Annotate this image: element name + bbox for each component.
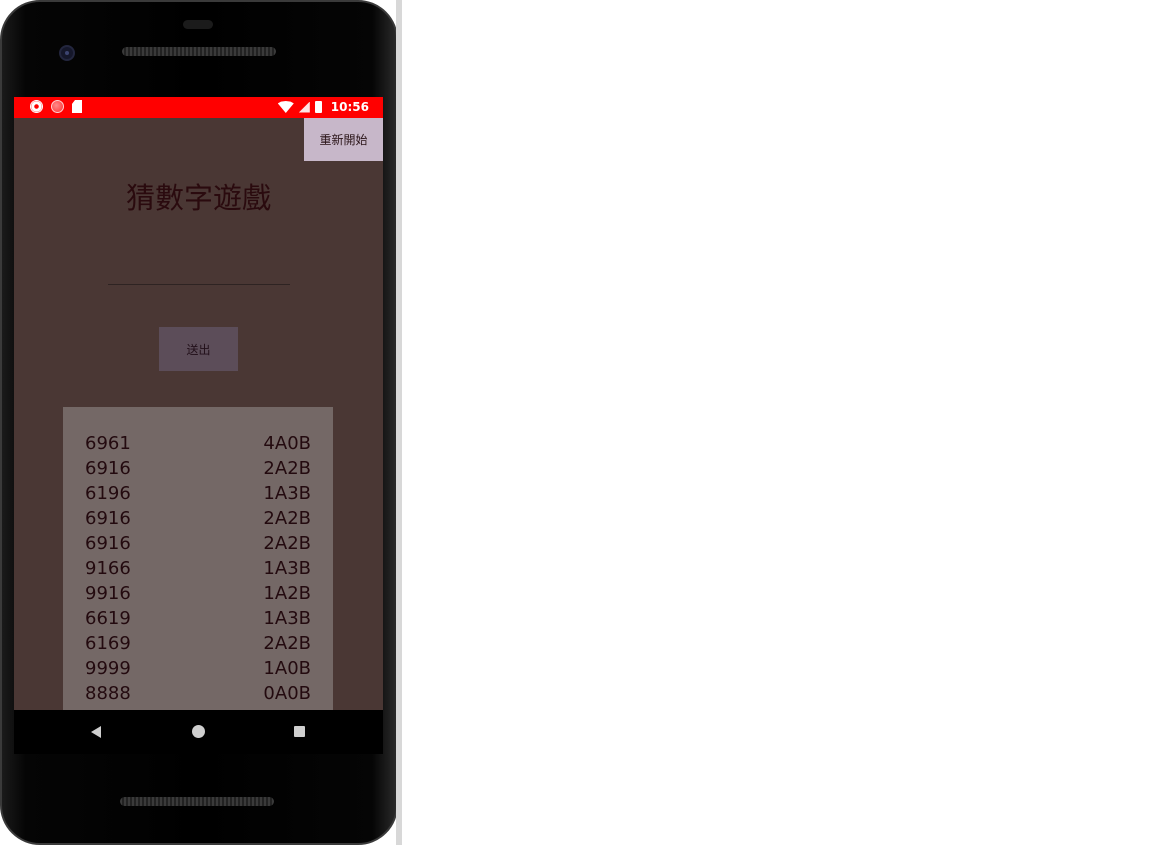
- record-icon: [51, 100, 64, 113]
- guess-result: 1A3B: [263, 608, 311, 629]
- list-item: 6916 2A2B: [85, 456, 311, 481]
- front-camera-icon: [59, 45, 75, 61]
- navigation-bar: [14, 710, 383, 754]
- settings-icon: [30, 100, 43, 113]
- guess-result: 2A2B: [263, 508, 311, 529]
- guess-value: 6619: [85, 608, 131, 629]
- guess-input[interactable]: [108, 249, 290, 285]
- guess-result: 2A2B: [263, 533, 311, 554]
- top-speaker-grille: [122, 47, 276, 56]
- back-icon[interactable]: [91, 726, 101, 738]
- guess-value: 6916: [85, 533, 131, 554]
- recents-icon[interactable]: [294, 726, 305, 737]
- stage: 10:56 重新開始 猜數字遊戲 送出 6961 4A0B 6916 2A2B 61…: [0, 0, 1152, 845]
- wifi-icon: [277, 101, 294, 113]
- guess-result: 1A0B: [263, 658, 311, 679]
- guess-result: 2A2B: [263, 458, 311, 479]
- list-item: 6169 2A2B: [85, 631, 311, 656]
- status-bar-right-icons: 10:56: [277, 100, 369, 114]
- guess-result: 4A0B: [263, 433, 311, 454]
- list-item: 6916 2A2B: [85, 506, 311, 531]
- guess-value: 8888: [85, 683, 131, 704]
- guess-value: 6916: [85, 458, 131, 479]
- guess-history-list[interactable]: 6961 4A0B 6916 2A2B 6196 1A3B 6916 2A2B 6916…: [63, 407, 333, 710]
- guess-value: 9999: [85, 658, 131, 679]
- guess-value: 6961: [85, 433, 131, 454]
- battery-icon: [314, 101, 322, 113]
- restart-button[interactable]: 重新開始: [304, 118, 383, 161]
- list-item: 6196 1A3B: [85, 481, 311, 506]
- list-item: 9166 1A3B: [85, 556, 311, 581]
- list-item: 9916 1A2B: [85, 581, 311, 606]
- guess-result: 1A2B: [263, 583, 311, 604]
- submit-button[interactable]: 送出: [159, 327, 238, 371]
- list-item: 8888 0A0B: [85, 681, 311, 706]
- earpiece: [183, 20, 213, 29]
- list-item: 9999 1A0B: [85, 656, 311, 681]
- page-title: 猜數字遊戲: [125, 181, 271, 215]
- sdcard-icon: [72, 100, 82, 113]
- guess-value: 9166: [85, 558, 131, 579]
- guess-value: 6196: [85, 483, 131, 504]
- bottom-speaker-grille: [120, 797, 274, 806]
- status-time: 10:56: [330, 100, 369, 114]
- list-item: 6961 4A0B: [85, 431, 311, 456]
- list-item: 6619 1A3B: [85, 606, 311, 631]
- guess-value: 6916: [85, 508, 131, 529]
- guess-result: 1A3B: [263, 483, 311, 504]
- window-edge: [396, 0, 402, 845]
- home-icon[interactable]: [192, 725, 205, 738]
- status-bar-left-icons: [30, 100, 82, 113]
- status-bar: 10:56: [14, 97, 383, 118]
- list-item: 6916 2A2B: [85, 531, 311, 556]
- guess-result: 2A2B: [263, 633, 311, 654]
- guess-value: 6169: [85, 633, 131, 654]
- guess-result: 0A0B: [263, 683, 311, 704]
- signal-icon: [298, 101, 310, 113]
- app-screen: 10:56 重新開始 猜數字遊戲 送出 6961 4A0B 6916 2A2B 61…: [14, 97, 383, 710]
- guess-result: 1A3B: [263, 558, 311, 579]
- phone-frame: 10:56 重新開始 猜數字遊戲 送出 6961 4A0B 6916 2A2B 61…: [0, 0, 398, 845]
- guess-value: 9916: [85, 583, 131, 604]
